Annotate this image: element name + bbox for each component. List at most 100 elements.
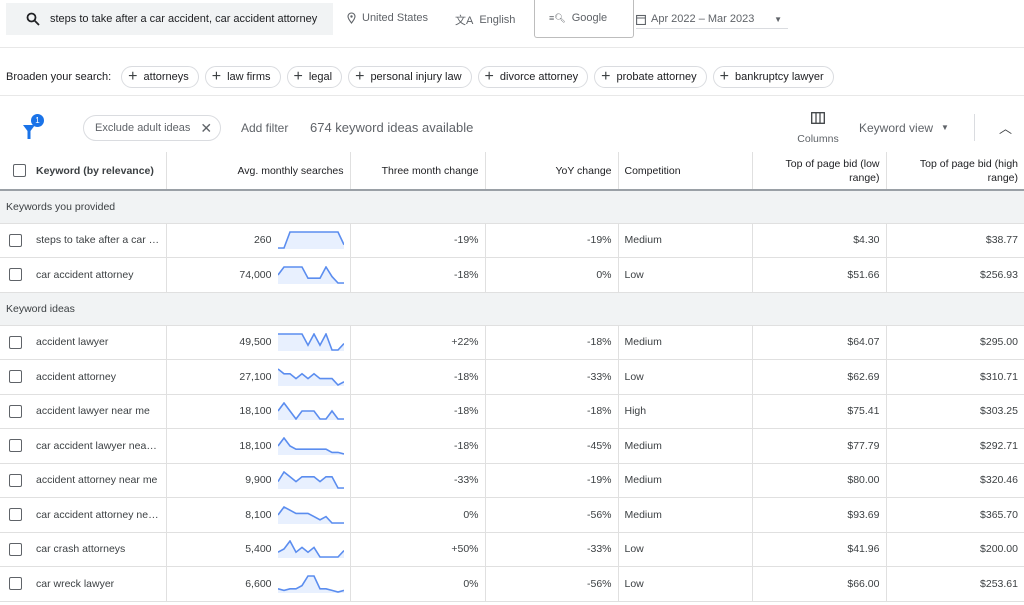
search-icon: [26, 12, 40, 26]
trend-sparkline: [277, 436, 344, 455]
row-checkbox-cell[interactable]: [0, 566, 30, 602]
table-row[interactable]: car wreck lawyer 6,600 0% -56% Low $66.0…: [0, 566, 1024, 602]
location-selector[interactable]: United States: [347, 12, 428, 24]
filter-button[interactable]: 1: [22, 114, 46, 140]
top-bar: steps to take after a car accident, car …: [0, 0, 1024, 48]
broaden-chip[interactable]: + bankruptcy lawyer: [712, 65, 834, 88]
search-input[interactable]: steps to take after a car accident, car …: [6, 3, 333, 35]
table-row[interactable]: steps to take after a car … 260 -19% -19…: [0, 223, 1024, 258]
bid-high-cell: $303.25: [886, 394, 1024, 429]
broaden-chip[interactable]: + personal injury law: [348, 65, 472, 88]
sparkline-area: [277, 232, 344, 250]
row-checkbox[interactable]: [9, 508, 22, 522]
bid-low-cell: $41.96: [752, 532, 887, 567]
bid-low-cell: $93.69: [752, 497, 887, 533]
competition-cell: Medium: [618, 463, 753, 498]
broaden-chip[interactable]: + legal: [286, 65, 343, 88]
avg-searches-cell: 5,400: [166, 532, 351, 567]
three-month-change-cell: +22%: [350, 325, 486, 360]
yoy-change-cell: -19%: [485, 463, 619, 498]
avg-searches-value: 18,100: [239, 405, 272, 418]
bid-low-cell: $51.66: [752, 257, 887, 293]
close-icon[interactable]: ✕: [200, 120, 212, 137]
keyword-cell: accident attorney: [30, 359, 167, 395]
row-checkbox-cell[interactable]: [0, 359, 30, 395]
keyword-cell: car accident lawyer near …: [30, 428, 167, 464]
row-checkbox[interactable]: [9, 370, 22, 384]
avg-searches-cell: 49,500: [166, 325, 351, 360]
select-all-checkbox[interactable]: [13, 164, 26, 178]
col-bid-low[interactable]: Top of page bid (low range): [752, 152, 887, 191]
table-row[interactable]: car accident attorney 74,000 -18% 0% Low…: [0, 257, 1024, 293]
table-row[interactable]: car accident lawyer near … 18,100 -18% -…: [0, 428, 1024, 464]
keyword-cell: car wreck lawyer: [30, 566, 167, 602]
row-checkbox-cell[interactable]: [0, 257, 30, 293]
bid-low-cell: $64.07: [752, 325, 887, 360]
network-label: Google: [571, 12, 608, 24]
table-row[interactable]: car accident attorney ne… 8,100 0% -56% …: [0, 497, 1024, 533]
keyword-cell: car crash attorneys: [30, 532, 167, 567]
row-checkbox[interactable]: [9, 473, 22, 487]
columns-button[interactable]: Columns: [793, 112, 843, 145]
table-row[interactable]: car crash attorneys 5,400 +50% -33% Low …: [0, 532, 1024, 567]
columns-icon: [811, 112, 825, 124]
bid-low-cell: $80.00: [752, 463, 887, 498]
sparkline-area: [277, 334, 344, 352]
row-checkbox[interactable]: [9, 439, 22, 453]
row-checkbox-cell[interactable]: [0, 325, 30, 360]
row-checkbox-cell[interactable]: [0, 428, 30, 464]
broaden-chip[interactable]: + probate attorney: [594, 65, 707, 88]
col-competition[interactable]: Competition: [618, 152, 753, 191]
col-avg-monthly-searches[interactable]: Avg. monthly searches: [166, 152, 351, 191]
avg-searches-cell: 18,100: [166, 394, 351, 429]
exclude-adult-ideas-chip[interactable]: Exclude adult ideas ✕: [83, 115, 222, 141]
avg-searches-value: 5,400: [245, 543, 272, 556]
broaden-chip[interactable]: + attorneys: [121, 65, 199, 88]
select-all-checkbox-cell[interactable]: [0, 152, 30, 191]
col-bid-high[interactable]: Top of page bid (high range): [886, 152, 1024, 191]
chip-label: divorce attorney: [499, 70, 579, 83]
plus-icon: +: [293, 67, 303, 85]
search-network-icon: ≡🔍︎: [549, 12, 566, 23]
date-range-selector[interactable]: Apr 2022 – Mar 2023 ▼: [636, 10, 788, 29]
yoy-change-cell: -56%: [485, 497, 619, 533]
row-checkbox[interactable]: [9, 404, 22, 418]
table-row[interactable]: accident lawyer 49,500 +22% -18% Medium …: [0, 325, 1024, 360]
keyword-view-dropdown[interactable]: Keyword view ▼: [859, 121, 949, 135]
table-header: Keyword (by relevance) Avg. monthly sear…: [0, 152, 1024, 191]
competition-cell: High: [618, 394, 753, 429]
three-month-change-cell: +50%: [350, 532, 486, 567]
plus-icon: +: [211, 67, 222, 85]
trend-sparkline: [277, 333, 344, 352]
language-selector[interactable]: 文A English: [455, 12, 515, 28]
row-checkbox[interactable]: [9, 268, 22, 282]
broaden-chip[interactable]: + law firms: [204, 65, 281, 88]
dropdown-arrow-icon: ▼: [941, 123, 949, 132]
table-row[interactable]: accident attorney near me 9,900 -33% -19…: [0, 463, 1024, 498]
row-checkbox-cell[interactable]: [0, 497, 30, 533]
row-checkbox-cell[interactable]: [0, 223, 30, 258]
table-row[interactable]: accident lawyer near me 18,100 -18% -18%…: [0, 394, 1024, 429]
bid-high-cell: $256.93: [886, 257, 1024, 293]
avg-searches-value: 74,000: [239, 268, 272, 281]
row-checkbox[interactable]: [9, 542, 22, 556]
table-row[interactable]: accident attorney 27,100 -18% -33% Low $…: [0, 359, 1024, 395]
broaden-chip[interactable]: + divorce attorney: [477, 65, 589, 88]
row-checkbox[interactable]: [9, 335, 22, 349]
keyword-cell: accident lawyer near me: [30, 394, 167, 429]
dropdown-arrow-icon: ▼: [774, 14, 782, 24]
competition-cell: Low: [618, 532, 753, 567]
col-keyword[interactable]: Keyword (by relevance): [30, 152, 167, 191]
row-checkbox[interactable]: [9, 577, 22, 591]
col-three-month-change[interactable]: Three month change: [350, 152, 486, 191]
network-selector[interactable]: ≡🔍︎ Google: [534, 0, 634, 38]
collapse-chevron-icon[interactable]: ︿: [999, 118, 1012, 137]
row-checkbox-cell[interactable]: [0, 394, 30, 429]
col-yoy-change[interactable]: YoY change: [485, 152, 619, 191]
trend-sparkline: [277, 540, 344, 559]
yoy-change-cell: -45%: [485, 428, 619, 464]
row-checkbox-cell[interactable]: [0, 532, 30, 567]
add-filter-button[interactable]: Add filter: [241, 121, 288, 135]
row-checkbox[interactable]: [9, 233, 22, 247]
row-checkbox-cell[interactable]: [0, 463, 30, 498]
